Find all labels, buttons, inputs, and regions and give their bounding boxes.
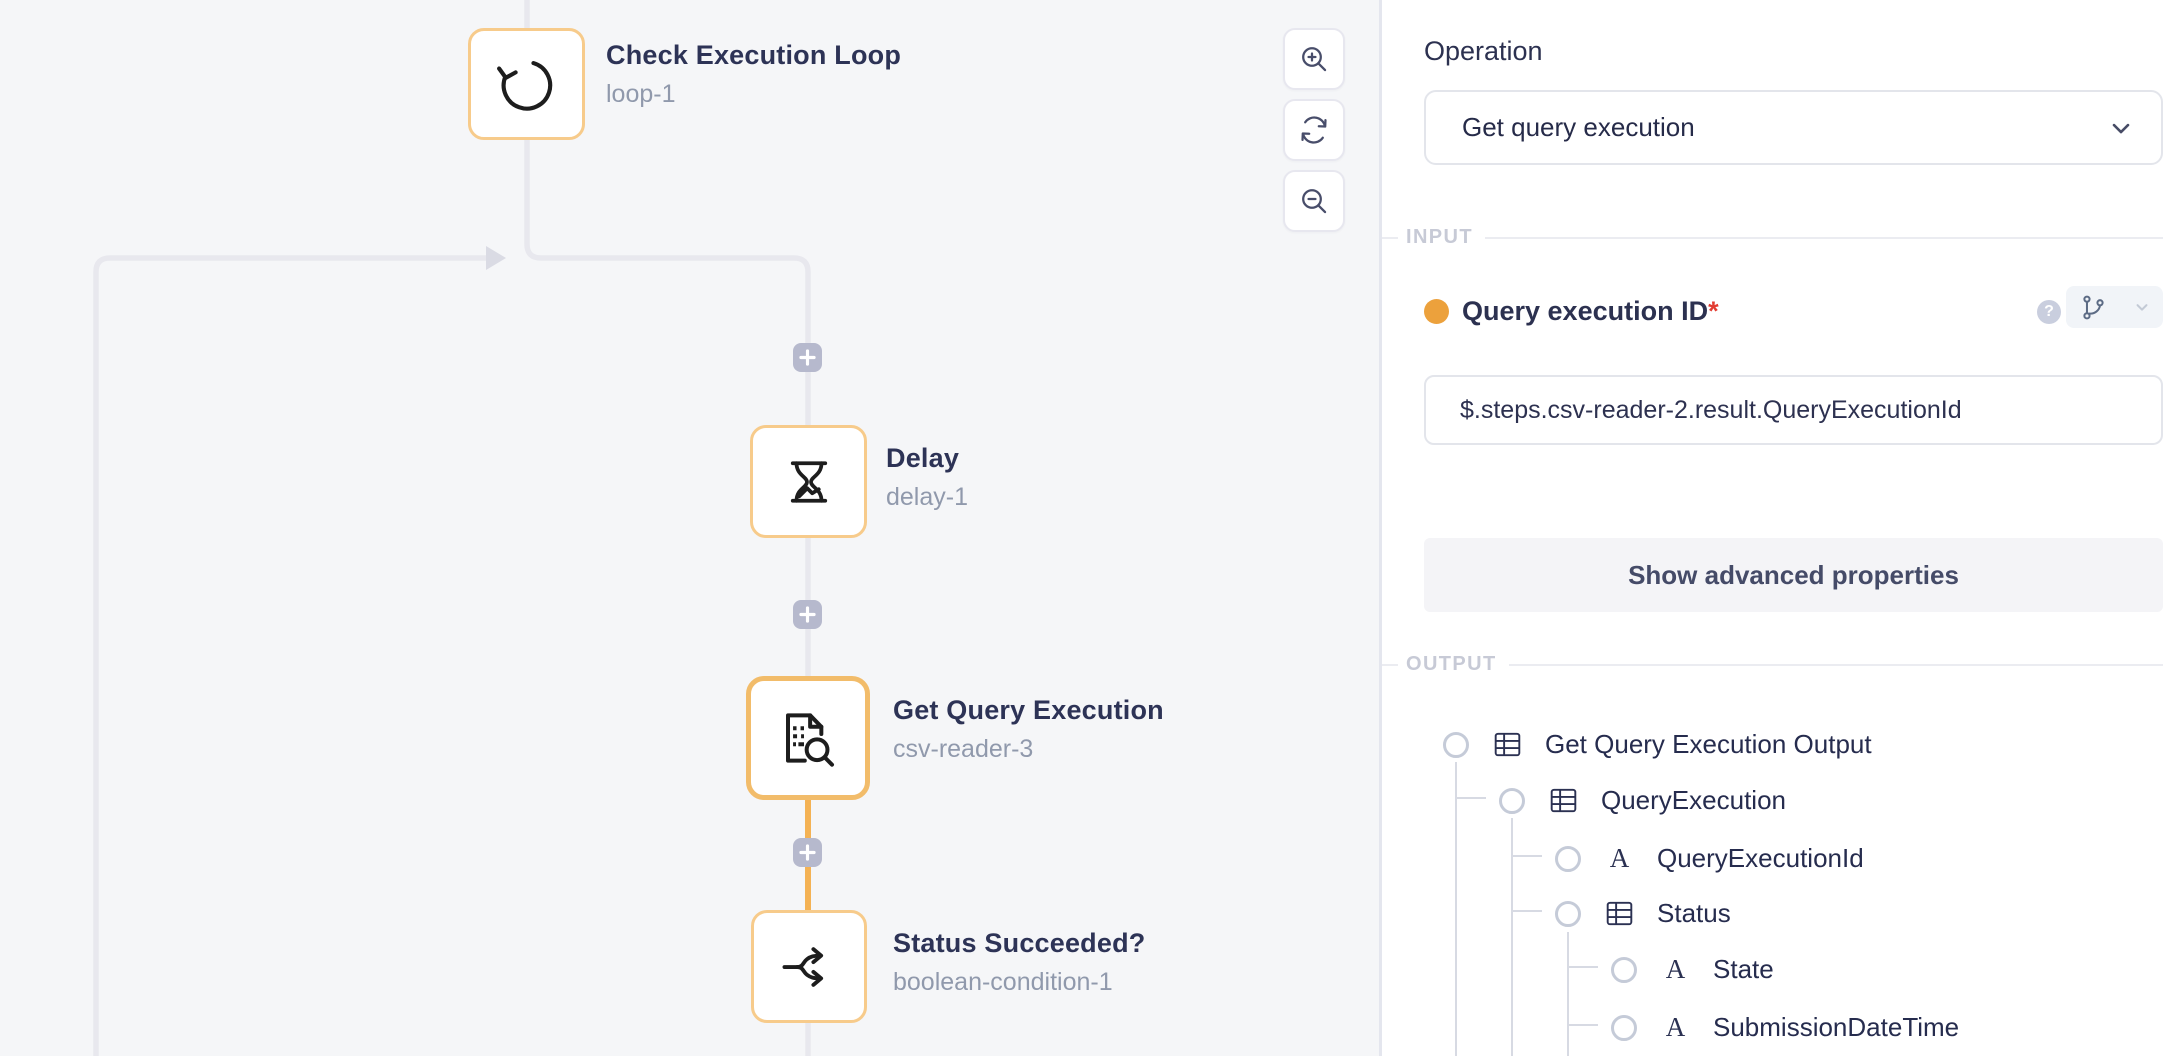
flow-edges [0, 0, 1379, 1056]
node-status-succeeded[interactable] [751, 910, 867, 1023]
operation-label: Operation [1424, 36, 1543, 67]
output-tree-row[interactable]: A State [1611, 954, 1774, 985]
show-advanced-properties-button[interactable]: Show advanced properties [1424, 538, 2163, 612]
table-type-icon [1494, 732, 1521, 757]
tree-radio[interactable] [1611, 1015, 1637, 1041]
text-type-icon: A [1606, 843, 1633, 874]
node-label-block: Check Execution Loop loop-1 [606, 40, 901, 109]
tree-connector-vertical [1455, 762, 1457, 1056]
param-type-dot [1424, 299, 1449, 324]
output-tree-row[interactable]: A QueryExecutionId [1555, 843, 1864, 874]
chevron-down-icon [2133, 298, 2151, 316]
output-tree-row[interactable]: QueryExecution [1499, 785, 1786, 816]
node-subtitle: boolean-condition-1 [893, 968, 1145, 997]
tree-connector-dash [1512, 910, 1542, 912]
help-icon[interactable]: ? [2037, 300, 2061, 324]
tree-label: SubmissionDateTime [1713, 1012, 1959, 1043]
add-step-button[interactable] [793, 600, 822, 629]
table-type-icon [1606, 901, 1633, 926]
text-type-glyph: A [1666, 1012, 1686, 1043]
output-tree-row[interactable]: Get Query Execution Output [1443, 729, 1872, 760]
input-section-header: INPUT [1382, 226, 2163, 249]
tree-connector-dash [1568, 1024, 1598, 1026]
node-title: Delay [886, 443, 968, 474]
table-type-icon [1550, 788, 1577, 813]
output-tree-row[interactable]: A SubmissionDateTime [1611, 1012, 1959, 1043]
node-subtitle: loop-1 [606, 80, 901, 109]
sync-icon [1298, 114, 1330, 146]
flow-builder-app: Check Execution Loop loop-1 Delay delay-… [0, 0, 2170, 1056]
document-search-icon [776, 706, 840, 770]
node-title: Get Query Execution [893, 695, 1164, 726]
tree-connector-dash [1456, 797, 1486, 799]
document-data-dots [793, 726, 804, 746]
node-delay[interactable] [750, 425, 867, 538]
edge-loop-back [96, 258, 486, 1056]
tree-connector-dash [1568, 966, 1598, 968]
tree-radio[interactable] [1443, 732, 1469, 758]
section-line [1485, 237, 2163, 239]
node-subtitle: delay-1 [886, 483, 968, 512]
tree-radio[interactable] [1499, 788, 1525, 814]
loop-icon [496, 53, 558, 115]
add-step-button[interactable] [793, 343, 822, 372]
tree-connector-vertical [1567, 932, 1569, 1056]
node-label-block: Status Succeeded? boolean-condition-1 [893, 928, 1145, 997]
query-execution-id-input[interactable] [1424, 375, 2163, 445]
param-label: Query execution ID* [1462, 296, 1719, 327]
zoom-in-icon [1298, 43, 1330, 75]
hourglass-icon [779, 452, 839, 512]
chevron-down-icon [2107, 114, 2135, 142]
reset-view-button[interactable] [1283, 99, 1345, 161]
node-get-query-execution[interactable] [746, 676, 870, 800]
loop-back-arrowhead [486, 246, 506, 270]
node-label-block: Get Query Execution csv-reader-3 [893, 695, 1164, 764]
output-tree-row[interactable]: Status [1555, 898, 1731, 929]
tree-label: QueryExecution [1601, 785, 1786, 816]
tree-radio[interactable] [1555, 901, 1581, 927]
text-type-icon: A [1662, 954, 1689, 985]
node-title: Check Execution Loop [606, 40, 901, 71]
tree-label: Get Query Execution Output [1545, 729, 1872, 760]
node-subtitle: csv-reader-3 [893, 735, 1164, 764]
output-section-label: OUTPUT [1406, 653, 1497, 676]
plus-icon [797, 842, 818, 863]
operation-selected-value: Get query execution [1462, 112, 2107, 143]
text-type-glyph: A [1666, 954, 1686, 985]
plus-icon [797, 604, 818, 625]
param-label-text: Query execution ID [1462, 296, 1708, 326]
zoom-out-button[interactable] [1283, 170, 1345, 232]
section-dash [1382, 664, 1398, 666]
operation-select[interactable]: Get query execution [1424, 90, 2163, 165]
add-step-button[interactable] [793, 838, 822, 867]
node-check-execution-loop[interactable] [468, 28, 585, 140]
text-type-icon: A [1662, 1012, 1689, 1043]
text-type-glyph: A [1610, 843, 1630, 874]
node-label-block: Delay delay-1 [886, 443, 968, 512]
tree-connector-vertical [1511, 818, 1513, 1056]
zoom-out-icon [1298, 185, 1330, 217]
tree-radio[interactable] [1555, 846, 1581, 872]
node-title: Status Succeeded? [893, 928, 1145, 959]
tree-radio[interactable] [1611, 957, 1637, 983]
required-asterisk: * [1708, 296, 1719, 326]
output-section-header: OUTPUT [1382, 653, 2163, 676]
tree-connector-dash [1512, 855, 1542, 857]
mapping-mode-button[interactable] [2066, 286, 2163, 328]
section-line [1509, 664, 2163, 666]
plus-icon [797, 347, 818, 368]
zoom-in-button[interactable] [1283, 28, 1345, 90]
tree-label: Status [1657, 898, 1731, 929]
tree-label: State [1713, 954, 1774, 985]
git-branch-icon [2080, 294, 2107, 321]
section-dash [1382, 237, 1398, 239]
tree-label: QueryExecutionId [1657, 843, 1864, 874]
input-section-label: INPUT [1406, 226, 1473, 249]
branch-condition-icon [778, 936, 840, 998]
workflow-canvas[interactable]: Check Execution Loop loop-1 Delay delay-… [0, 0, 1379, 1056]
